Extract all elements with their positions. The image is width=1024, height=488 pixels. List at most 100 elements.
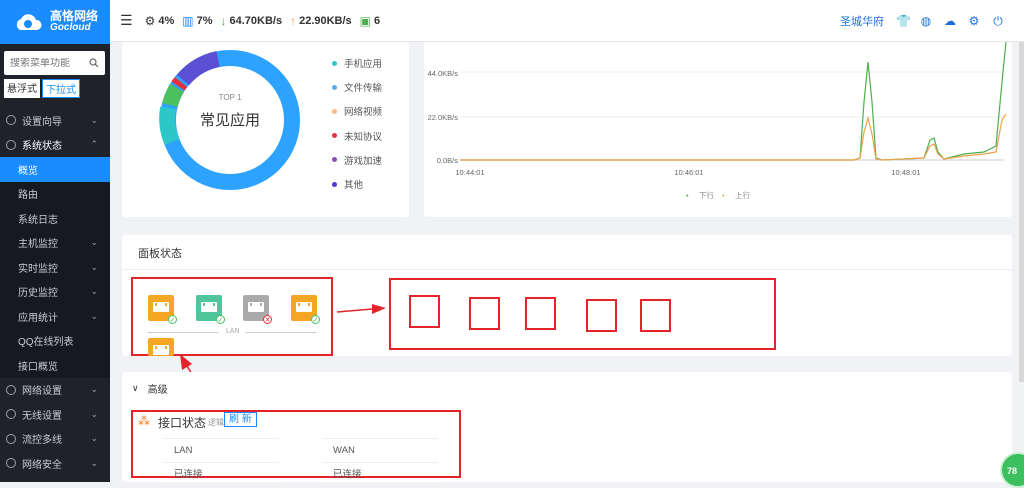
menu-item-icon: [6, 139, 16, 150]
wan-port[interactable]: [148, 338, 174, 356]
cloud-upload-icon[interactable]: ☁: [944, 15, 956, 27]
legend-download-label[interactable]: 下行: [699, 190, 714, 200]
advanced-title: 高级: [147, 385, 168, 396]
menu-search-box[interactable]: [4, 51, 105, 75]
chevron-down-icon: ⌄: [90, 457, 98, 468]
donut-legend-item[interactable]: 网络视频: [332, 104, 382, 118]
advanced-card: ∨ 高级 ⁂ 接口状态 逻辑 刷 新 LAN 已连接 WAN 已连接: [122, 372, 1012, 487]
donut-legend-item[interactable]: 其他: [332, 177, 363, 191]
y-tick-label: 22.0KB/s: [428, 113, 459, 122]
menu-item-icon: [6, 384, 16, 395]
donut-legend-label: 未知协议: [344, 131, 383, 143]
lan-port-1[interactable]: ✓: [148, 295, 177, 324]
memory-usage: 7%: [196, 14, 213, 27]
dropdown-mode-button[interactable]: 下拉式: [42, 79, 80, 98]
app-donut-chart: TOP 1 常见应用: [159, 50, 300, 190]
search-icon[interactable]: [89, 58, 99, 68]
lan-group-line: [148, 332, 218, 333]
download-speed: 64.70KB/s: [229, 14, 283, 27]
menu-item-icon: [6, 433, 16, 444]
empty-port-slot: [640, 299, 671, 332]
sidebar-item[interactable]: 网络设置 ⌄: [0, 378, 110, 403]
annotation-box-empty-slots: [389, 278, 776, 350]
lan-port-4[interactable]: ✓: [291, 295, 320, 324]
sidebar-item-label: 应用统计: [18, 312, 58, 324]
lan-header: LAN: [164, 439, 279, 463]
wan-status-table: WAN 已连接: [323, 438, 438, 487]
refresh-button[interactable]: 刷 新: [224, 412, 257, 427]
legend-upload-marker-icon: •: [722, 191, 725, 200]
host-count: 6: [374, 14, 381, 27]
monitor-icon: ▣: [359, 13, 372, 28]
page-scrollbar[interactable]: [1019, 42, 1024, 382]
empty-port-slot: [525, 297, 556, 330]
series-line-download: [460, 41, 1007, 161]
legend-dot-icon: [332, 84, 337, 90]
advanced-toggle[interactable]: ∨ 高级: [132, 381, 168, 396]
donut-legend-label: 文件传输: [344, 83, 383, 95]
float-mode-button[interactable]: 悬浮式: [4, 79, 40, 98]
sidebar-item[interactable]: 设置向导 ⌄: [0, 108, 110, 133]
sidebar-item-label: 系统日志: [18, 214, 58, 226]
lan-port-3[interactable]: ✕: [243, 295, 272, 324]
donut-legend-item[interactable]: 手机应用: [332, 56, 382, 70]
traffic-chart-card: 44.0KB/s 22.0KB/s 0.0B/s 10:44:01 10:46:…: [424, 41, 1012, 217]
sidebar-item[interactable]: 历史监控 ⌄: [0, 279, 110, 304]
sidebar-item-label: 概览: [18, 165, 38, 177]
sidebar-item[interactable]: 应用统计 ⌄: [0, 304, 110, 329]
panel-status-card: 面板状态 ✓ ✓ ✕ ✓ LAN: [122, 235, 1012, 356]
sidebar-item[interactable]: 接口概览: [0, 353, 110, 378]
donut-top-label: TOP 1: [219, 93, 242, 102]
traffic-line-chart: 44.0KB/s 22.0KB/s 0.0B/s 10:44:01 10:46:…: [428, 41, 1007, 200]
username-link[interactable]: 圣城华府: [840, 13, 884, 29]
donut-slice-unknown: [171, 76, 188, 91]
globe-icon[interactable]: ◍: [920, 15, 932, 27]
donut-slice-mobile: [159, 106, 180, 146]
donut-legend-item[interactable]: 未知协议: [332, 129, 382, 143]
sidebar-item[interactable]: 流控多线 ⌄: [0, 427, 110, 452]
floating-status-button[interactable]: 78: [1000, 452, 1024, 488]
gear-icon[interactable]: ⚙: [968, 15, 980, 27]
connected-check-icon: ✓: [311, 315, 320, 324]
lan-status-table: LAN 已连接: [164, 438, 279, 487]
sidebar-item[interactable]: 无线设置 ⌄: [0, 402, 110, 427]
sidebar-item[interactable]: 网络安全 ⌄: [0, 451, 110, 476]
shirt-icon[interactable]: 👕: [896, 15, 911, 27]
brand-name-cn: 高恪网络: [50, 9, 99, 23]
sidebar-item[interactable]: 主机监控 ⌄: [0, 230, 110, 255]
interface-status-subtitle: 逻辑: [208, 418, 224, 427]
download-arrow-icon: ↓: [220, 13, 227, 28]
sidebar-item[interactable]: QQ在线列表: [0, 328, 110, 353]
connected-check-icon: ✓: [216, 315, 225, 324]
lan-port-2[interactable]: ✓: [196, 295, 225, 324]
lan-group-label: LAN: [226, 328, 240, 335]
sidebar-item[interactable]: 系统日志: [0, 206, 110, 231]
logo[interactable]: 高恪网络 Gocloud: [0, 0, 110, 44]
donut-legend-item[interactable]: 文件传输: [332, 80, 382, 94]
sidebar-item[interactable]: 概览: [0, 157, 110, 182]
sidebar-item[interactable]: 系统状态 ⌃: [0, 133, 110, 158]
menu-toggle-icon[interactable]: ☰: [120, 12, 133, 29]
network-topology-icon: ⁂: [138, 414, 150, 428]
menu-search-input[interactable]: [10, 57, 80, 69]
donut-legend-item[interactable]: 游戏加速: [332, 153, 382, 167]
donut-slice-video: [162, 83, 185, 108]
power-icon[interactable]: ⏻: [992, 15, 1004, 27]
legend-upload-label[interactable]: 上行: [735, 190, 750, 200]
menu-item-icon: [6, 458, 16, 469]
panel-status-title: 面板状态: [138, 248, 182, 260]
interface-status-title: 接口状态: [158, 416, 207, 430]
divider: [122, 269, 1012, 270]
donut-slice-other: [176, 51, 220, 86]
chevron-down-icon: ⌄: [90, 286, 98, 297]
x-tick-label: 10:48:01: [891, 168, 920, 177]
sidebar-item[interactable]: 实时监控 ⌄: [0, 255, 110, 280]
y-tick-label: 0.0B/s: [437, 156, 459, 165]
y-tick-label: 44.0KB/s: [428, 69, 459, 78]
cloud-logo-icon: [16, 14, 42, 30]
sidebar-item-label: 流控多线: [22, 435, 62, 447]
chevron-up-icon: ⌃: [90, 139, 98, 150]
sidebar-item-label: 实时监控: [18, 263, 58, 275]
sidebar-item[interactable]: 路由: [0, 181, 110, 206]
x-tick-label: 10:44:01: [455, 168, 484, 177]
